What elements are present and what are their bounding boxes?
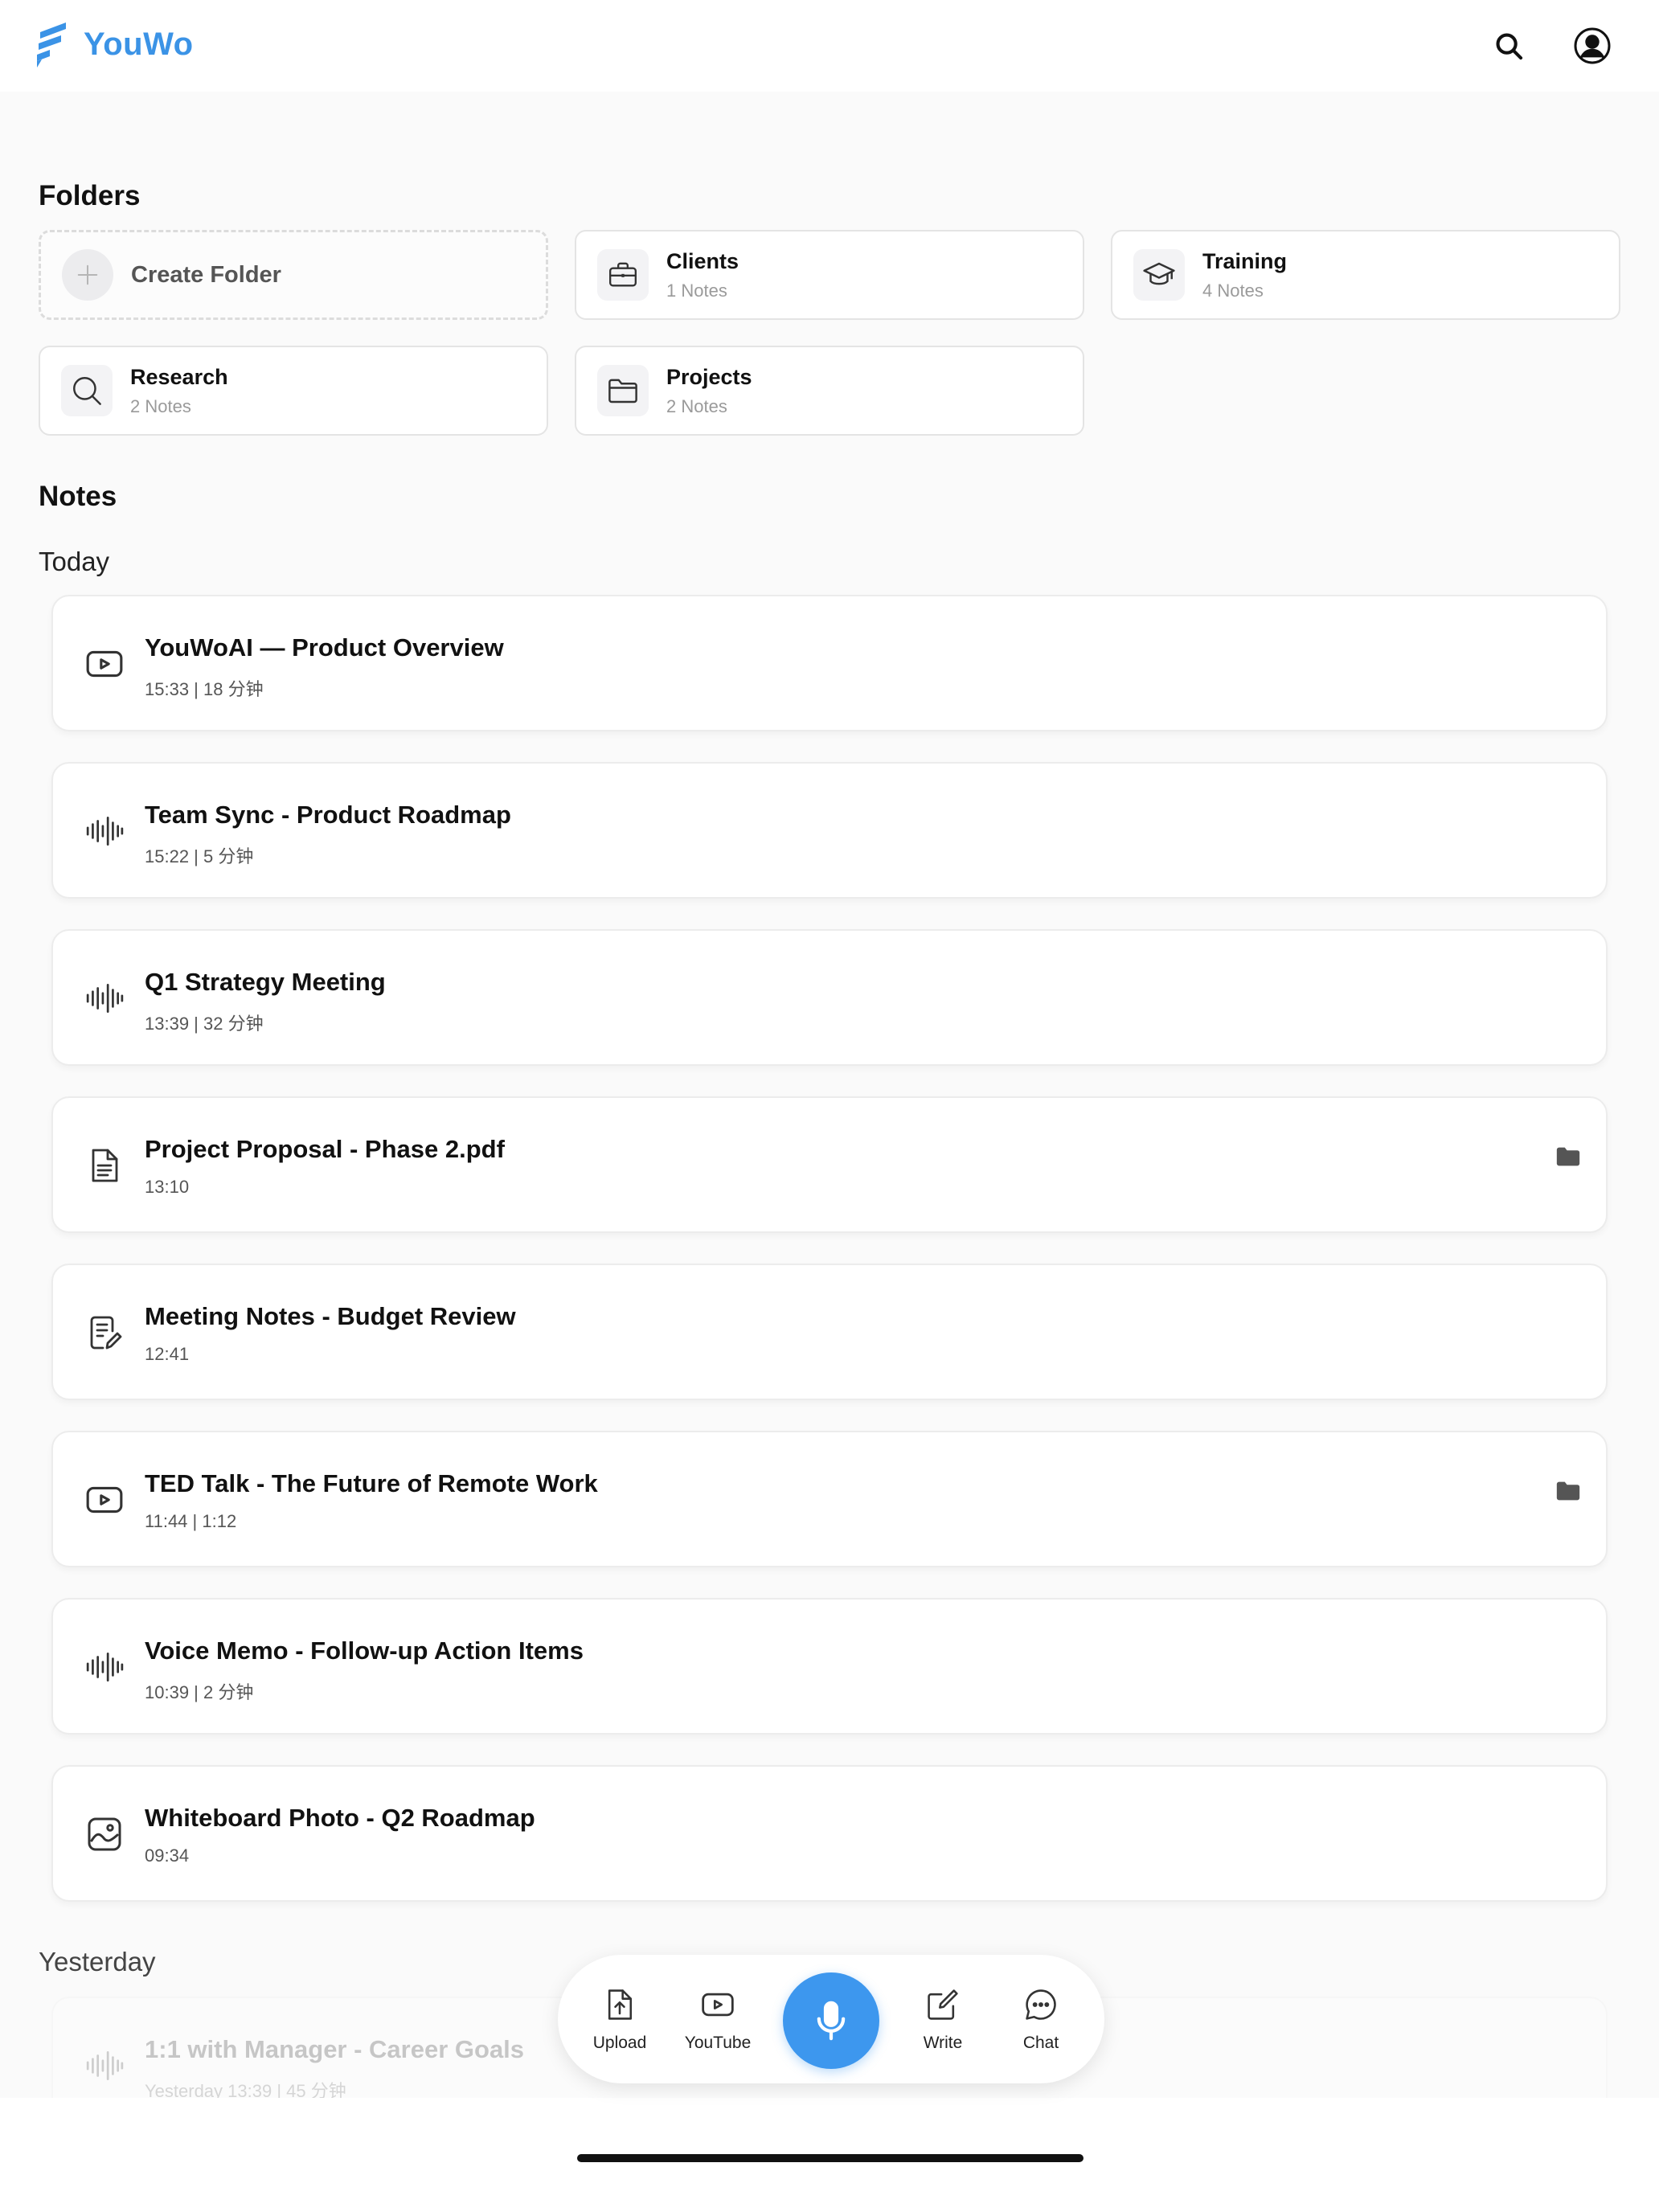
app-name: YouWo [84,26,194,62]
folder-icon-wrap [597,365,649,416]
note-title: TED Talk - The Future of Remote Work [145,1469,598,1497]
folder-icon [608,379,637,403]
notes-title: Notes [39,481,117,512]
note-meta: 15:22 | 5 分钟 [145,846,254,866]
upload-button[interactable]: Upload [576,1987,664,2053]
header-search-button[interactable] [1487,24,1530,68]
folder-icon-wrap [61,365,113,416]
waveform-icon [86,2050,124,2081]
folder-badge-icon[interactable] [1555,1143,1582,1170]
home-indicator [577,2154,1083,2162]
plus-icon [77,264,98,285]
note-meta: 11:44 | 1:12 [145,1511,237,1531]
group-label-today: Today [39,547,110,576]
youtube-label: YouTube [684,2034,752,2052]
microphone-icon [817,2001,846,2041]
note-edit-icon [90,1316,122,1350]
youtube-icon [86,1486,123,1514]
youtube-icon [702,1993,734,2017]
folders-title: Folders [39,180,141,211]
folder-name: Clients [666,248,739,273]
note-meta: 13:39 | 32 分钟 [145,1014,264,1034]
folder-card-training[interactable]: Training 4 Notes [1111,230,1620,320]
group-label-yesterday: Yesterday [39,1947,156,1976]
app-page: YouWo Folders Create Folder Clients 1 No… [0,0,1659,2212]
upload-icon [608,1989,633,2020]
note-title: Q1 Strategy Meeting [145,968,386,996]
note-icon-wrap [82,1812,127,1857]
note-icon-wrap [82,976,127,1021]
search-icon [73,377,101,405]
note-card[interactable]: YouWoAI — Product Overview 15:33 | 18 分钟 [51,595,1608,731]
note-title: 1:1 with Manager - Career Goals [145,2035,525,2063]
plus-icon-wrap [62,249,113,301]
image-icon [88,1817,121,1851]
note-icon-wrap [82,1645,127,1690]
folder-count: 2 Notes [666,395,727,416]
note-icon-wrap [82,641,127,686]
folder-count: 1 Notes [666,280,727,301]
folder-card-projects[interactable]: Projects 2 Notes [575,346,1084,436]
folder-name: Projects [666,364,752,389]
search-icon [1496,33,1523,60]
note-card[interactable]: Meeting Notes - Budget Review 12:41 [51,1264,1608,1400]
bottom-toolbar: Upload YouTube Write Chat [558,1955,1104,2083]
folder-name: Training [1202,248,1288,273]
create-folder-button[interactable]: Create Folder [39,230,548,320]
waveform-icon [86,983,124,1014]
folder-badge-icon[interactable] [1555,1477,1582,1505]
chat-label: Chat [1022,2034,1059,2052]
note-title: Project Proposal - Phase 2.pdf [145,1135,505,1163]
note-icon-wrap [82,1310,127,1355]
note-title: Whiteboard Photo - Q2 Roadmap [145,1804,535,1832]
note-title: Voice Memo - Follow-up Action Items [145,1636,584,1665]
profile-button[interactable] [1571,24,1614,68]
note-meta: 12:41 [145,1344,190,1364]
folder-count: 4 Notes [1202,280,1264,301]
write-label: Write [923,2034,963,2052]
create-folder-label: Create Folder [131,261,281,288]
logo-mark-icon [37,23,66,68]
upload-label: Upload [592,2034,647,2052]
note-icon-wrap [82,809,127,854]
folder-icon-wrap [597,249,649,301]
youtube-button[interactable]: YouTube [674,1987,762,2053]
note-card[interactable]: Team Sync - Product Roadmap 15:22 | 5 分钟 [51,762,1608,899]
note-icon-wrap [82,2043,127,2088]
write-button[interactable]: Write [899,1987,987,2053]
top-header: YouWo [0,0,1659,92]
record-mic-button[interactable] [783,1972,879,2069]
note-meta: 10:39 | 2 分钟 [145,1682,254,1702]
folder-icon-wrap [1133,249,1185,301]
waveform-icon [86,1652,124,1682]
chat-button[interactable]: Chat [997,1987,1085,2053]
note-card[interactable]: Voice Memo - Follow-up Action Items 10:3… [51,1598,1608,1735]
folder-card-research[interactable]: Research 2 Notes [39,346,548,436]
graduation-cap-icon [1143,262,1175,285]
user-circle-icon [1574,27,1611,64]
briefcase-icon [609,262,637,287]
note-card[interactable]: Q1 Strategy Meeting 13:39 | 32 分钟 [51,929,1608,1066]
note-title: Team Sync - Product Roadmap [145,801,511,829]
note-icon-wrap [82,1143,127,1188]
folder-card-clients[interactable]: Clients 1 Notes [575,230,1084,320]
note-meta: 15:33 | 18 分钟 [145,679,264,699]
note-meta: 09:34 [145,1845,190,1866]
app-logo[interactable]: YouWo [34,21,194,68]
note-card[interactable]: Whiteboard Photo - Q2 Roadmap 09:34 [51,1765,1608,1902]
note-title: Meeting Notes - Budget Review [145,1302,516,1330]
note-meta: 13:10 [145,1177,190,1197]
note-title: YouWoAI — Product Overview [145,633,504,662]
youtube-icon [86,650,123,678]
folder-count: 2 Notes [130,395,191,416]
note-card[interactable]: Project Proposal - Phase 2.pdf 13:10 [51,1096,1608,1233]
note-icon-wrap [82,1477,127,1522]
write-icon [928,1989,958,2020]
waveform-icon [86,816,124,846]
chat-bubble-icon [1026,1989,1056,2020]
folder-name: Research [130,364,228,389]
note-card[interactable]: TED Talk - The Future of Remote Work 11:… [51,1431,1608,1567]
document-icon [92,1149,118,1182]
